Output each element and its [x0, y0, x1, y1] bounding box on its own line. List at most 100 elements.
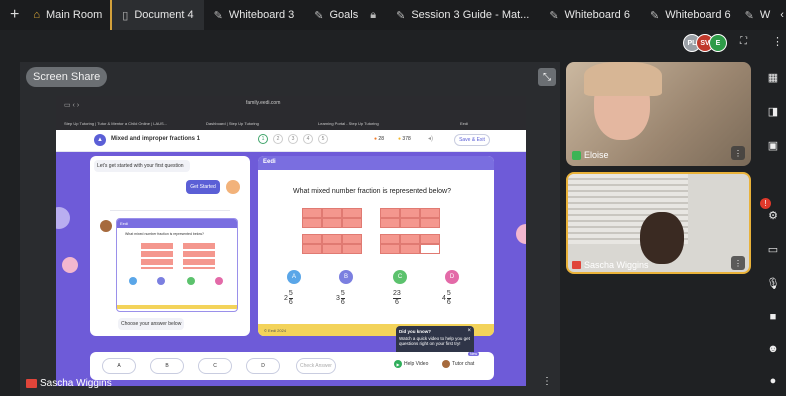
layout-sidebar-icon[interactable]: ◨ [766, 104, 780, 118]
step-indicator: 1 2 3 4 5 [258, 134, 328, 144]
browser-chrome: ▭ ‹ › family.eedi.com Step Up Tutoring |… [56, 96, 526, 130]
step-4[interactable]: 4 [303, 134, 313, 144]
microphone-icon[interactable]: 🎙︎ [766, 276, 780, 290]
whiteboard-icon: ✎ [213, 9, 223, 22]
answer-button-c[interactable]: C [198, 358, 232, 374]
tab-label: Session 3 Guide - Mat... [411, 9, 530, 21]
more-options-icon[interactable]: ⋮ [540, 374, 554, 388]
decor-circle [56, 207, 70, 229]
participant-face [640, 212, 684, 264]
answer-button-d[interactable]: D [246, 358, 280, 374]
minimize-icon[interactable]: ⤡ [538, 68, 556, 86]
new-tab-button[interactable]: + [0, 0, 29, 30]
video-tile-eloise[interactable]: Eloise ⋮ [566, 62, 751, 166]
decor-circle [516, 224, 526, 244]
lock-icon: 🔒︎ [370, 8, 377, 21]
play-icon: ▶ [394, 360, 402, 368]
step-1[interactable]: 1 [258, 134, 268, 144]
tab-w-truncated[interactable]: ✎ W [741, 0, 775, 30]
tab-main-room[interactable]: ⌂ Main Room [29, 0, 110, 30]
bookmark-item[interactable]: Eedi [460, 121, 468, 126]
whiteboard-icon: ✎ [649, 9, 660, 22]
picture-in-picture-icon[interactable]: ▣ [766, 138, 780, 152]
close-icon[interactable]: × [467, 328, 471, 334]
option-d-fraction: 4 56 [442, 290, 451, 306]
answer-button-b[interactable]: B [150, 358, 184, 374]
step-3[interactable]: 3 [288, 134, 298, 144]
tutor-chat-button[interactable]: Tutor chat [442, 360, 474, 368]
tab-whiteboard-6[interactable]: ✎ Whiteboard 6 [539, 0, 640, 30]
screen-share-icon[interactable]: ▭ [766, 242, 780, 256]
avatar [100, 220, 112, 232]
tab-document-4[interactable]: ▯ Document 4 [110, 0, 204, 30]
check-answer-button[interactable]: Check Answer [296, 358, 336, 374]
new-badge: New [468, 352, 480, 356]
mini-bar-model [141, 243, 173, 269]
lesson-logo-icon: ▲ [94, 134, 106, 146]
lesson-header: ▲ Mixed and improper fractions 1 1 2 3 4… [56, 130, 526, 152]
layout-grid-icon[interactable]: ▦ [766, 70, 780, 84]
mini-question-card: Eedi What mixed number fraction is repre… [116, 218, 238, 312]
more-vertical-icon[interactable]: ⋮ [772, 35, 783, 48]
screen-share-label: Screen Share [26, 67, 108, 87]
coin-counter: ● 378 [398, 136, 411, 142]
mini-option-b [157, 277, 165, 285]
url-bar[interactable]: family.eedi.com [246, 100, 280, 106]
tab-whiteboard-3[interactable]: ✎ Whiteboard 3 [204, 0, 305, 30]
question-card: Eedi What mixed number fraction is repre… [258, 156, 494, 336]
question-text: What mixed number fraction is represente… [293, 188, 451, 195]
sidebar-toggle-icon[interactable]: ▭ ‹ › [64, 101, 79, 109]
bookmark-item[interactable]: Dashboard | Step Up Tutoring [206, 121, 259, 126]
tab-label: Document 4 [134, 9, 194, 21]
help-video-button[interactable]: ▶ Help Video [394, 360, 428, 368]
mic-on-icon [572, 150, 581, 160]
avatar[interactable]: E [709, 34, 727, 52]
question-card-header: Eedi [258, 156, 494, 170]
step-5[interactable]: 5 [318, 134, 328, 144]
tab-session-3-guide[interactable]: ✎ Session 3 Guide - Mat... [386, 0, 539, 30]
decor-circle [62, 257, 78, 273]
option-c[interactable]: C [393, 270, 407, 284]
streak-counter: ● 28 [374, 136, 384, 142]
save-exit-button[interactable]: Save & Exit [454, 134, 490, 146]
tab-goals[interactable]: ✎ Goals 🔒︎ [304, 0, 386, 30]
tab-label: Whiteboard 3 [228, 9, 295, 21]
bookmark-item[interactable]: Step Up Tutoring | Tutor & Mentor a Chil… [64, 121, 167, 126]
lesson-body: Let's get started with your first questi… [56, 152, 526, 386]
fullscreen-icon[interactable]: ⛶ [740, 36, 747, 47]
settings-icon[interactable]: ⚙ [766, 208, 780, 222]
more-options-icon[interactable]: ⋮ [731, 256, 745, 270]
whiteboard-icon: ✎ [549, 9, 559, 22]
shared-browser-window: ▭ ‹ › family.eedi.com Step Up Tutoring |… [56, 96, 526, 386]
tooltip-body: Watch a quick video to help you get ques… [399, 336, 470, 346]
emoji-icon[interactable]: ☻ [766, 342, 780, 356]
camera-icon[interactable]: ■ [766, 310, 780, 324]
presenter-name-chip: Sascha Wiggins [26, 378, 112, 389]
chat-bubble: Let's get started with your first questi… [94, 160, 190, 172]
screen-share-icon [26, 379, 37, 388]
video-tile-sascha[interactable]: Sascha Wiggins ⋮ [566, 172, 751, 274]
option-d[interactable]: D [445, 270, 459, 284]
bookmark-item[interactable]: Learning Portal - Step Up Tutoring [318, 121, 379, 126]
avatar [226, 180, 240, 194]
option-b[interactable]: B [339, 270, 353, 284]
tab-label: Whiteboard 6 [564, 9, 630, 21]
get-started-button[interactable]: Get Started [186, 180, 220, 194]
answer-button-a[interactable]: A [102, 358, 136, 374]
chat-icon[interactable]: ● [766, 374, 780, 388]
mini-option-a [129, 277, 137, 285]
scroll-left-icon[interactable]: ‹ [774, 0, 786, 30]
tab-whiteboard-6-b[interactable]: ✎ Whiteboard 6 [640, 0, 741, 30]
option-a[interactable]: A [287, 270, 301, 284]
lesson-title: Mixed and improper fractions 1 [111, 136, 201, 142]
mini-card-header: Eedi [117, 219, 237, 228]
mini-bar-model [183, 243, 215, 269]
sound-icon[interactable]: ◂) [428, 135, 433, 142]
tab-label: Whiteboard 6 [665, 9, 731, 21]
more-options-icon[interactable]: ⋮ [731, 146, 745, 160]
fire-icon: ● [374, 136, 378, 142]
step-2[interactable]: 2 [273, 134, 283, 144]
right-toolbar: ▦ ◨ ▣ ! ⚙ ▭ 🎙︎ ■ ☻ ● [758, 56, 786, 396]
option-a-fraction: 2 56 [284, 290, 293, 306]
bar-model-left [302, 208, 362, 254]
